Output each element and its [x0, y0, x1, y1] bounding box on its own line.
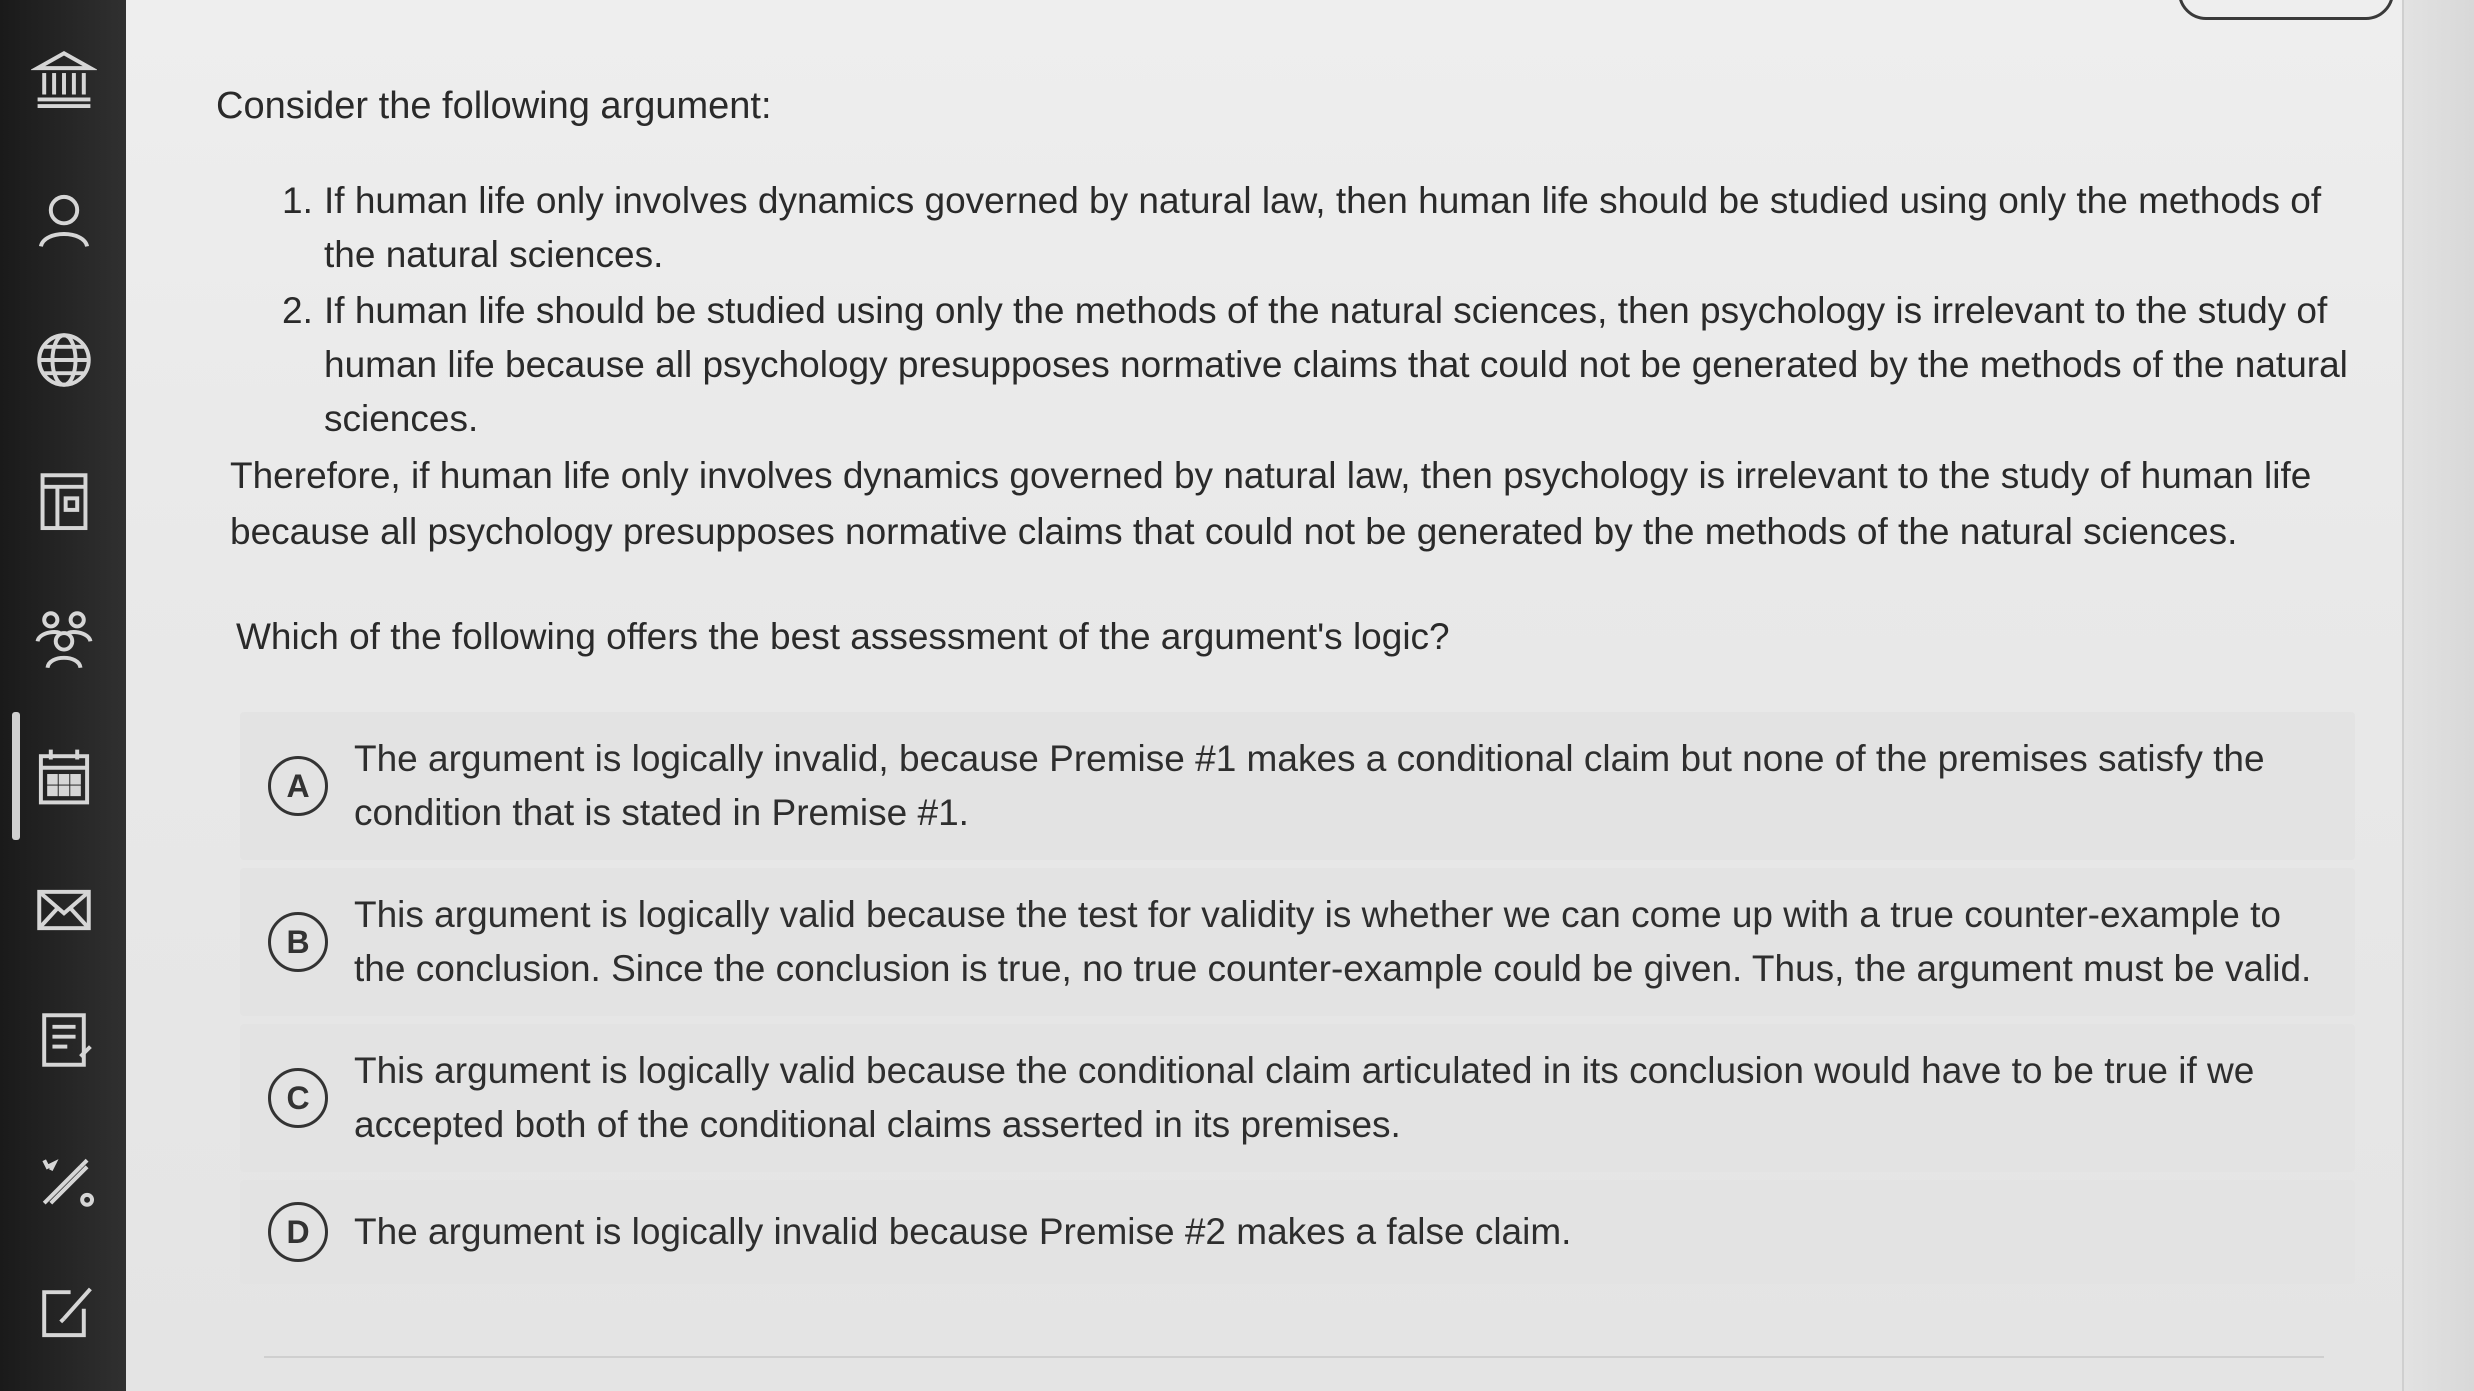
option-text-a: The argument is logically invalid, becau… — [354, 738, 2265, 833]
calendar-icon[interactable] — [14, 726, 114, 826]
globe-icon[interactable] — [14, 310, 114, 410]
global-navigation — [0, 0, 126, 1391]
history-icon[interactable] — [14, 990, 114, 1090]
argument-conclusion: Therefore, if human life only involves d… — [230, 455, 2312, 552]
answer-option-d[interactable]: D The argument is logically invalid beca… — [240, 1180, 2355, 1284]
dashboard-icon[interactable] — [14, 450, 114, 550]
option-letter-a[interactable]: A — [268, 756, 328, 816]
option-letter-d[interactable]: D — [268, 1202, 328, 1262]
premise-item: 1. If human life only involves dynamics … — [282, 174, 2362, 282]
groups-icon[interactable] — [14, 588, 114, 688]
question-content: Consider the following argument: 1. If h… — [216, 70, 2366, 664]
premise-number: 1. — [282, 180, 313, 221]
question-prompt: Consider the following argument: — [216, 85, 772, 127]
edit-icon[interactable] — [14, 1262, 114, 1362]
option-letter-b[interactable]: B — [268, 912, 328, 972]
answer-option-c[interactable]: C This argument is logically valid becau… — [240, 1024, 2355, 1172]
premise-list: 1. If human life only involves dynamics … — [282, 174, 2362, 446]
premise-item: 2. If human life should be studied using… — [282, 284, 2362, 446]
option-letter-c[interactable]: C — [268, 1068, 328, 1128]
institution-icon[interactable] — [14, 28, 114, 128]
option-text-d: The argument is logically invalid becaus… — [354, 1211, 1572, 1252]
top-button-outline[interactable] — [2178, 0, 2394, 20]
window-edge — [2402, 0, 2474, 1391]
option-text-b: This argument is logically valid because… — [354, 894, 2312, 989]
section-divider — [264, 1356, 2324, 1358]
commons-icon[interactable] — [14, 1130, 114, 1230]
screen: Consider the following argument: 1. If h… — [0, 0, 2474, 1391]
question-ask: Which of the following offers the best a… — [236, 616, 1450, 657]
premise-number: 2. — [282, 290, 313, 331]
answer-options: A The argument is logically invalid, bec… — [240, 712, 2355, 1292]
premise-text: If human life only involves dynamics gov… — [324, 180, 2322, 275]
user-icon[interactable] — [14, 170, 114, 270]
premise-text: If human life should be studied using on… — [324, 290, 2348, 439]
option-text-c: This argument is logically valid because… — [354, 1050, 2255, 1145]
answer-option-a[interactable]: A The argument is logically invalid, bec… — [240, 712, 2355, 860]
answer-option-b[interactable]: B This argument is logically valid becau… — [240, 868, 2355, 1016]
inbox-icon[interactable] — [14, 860, 114, 960]
